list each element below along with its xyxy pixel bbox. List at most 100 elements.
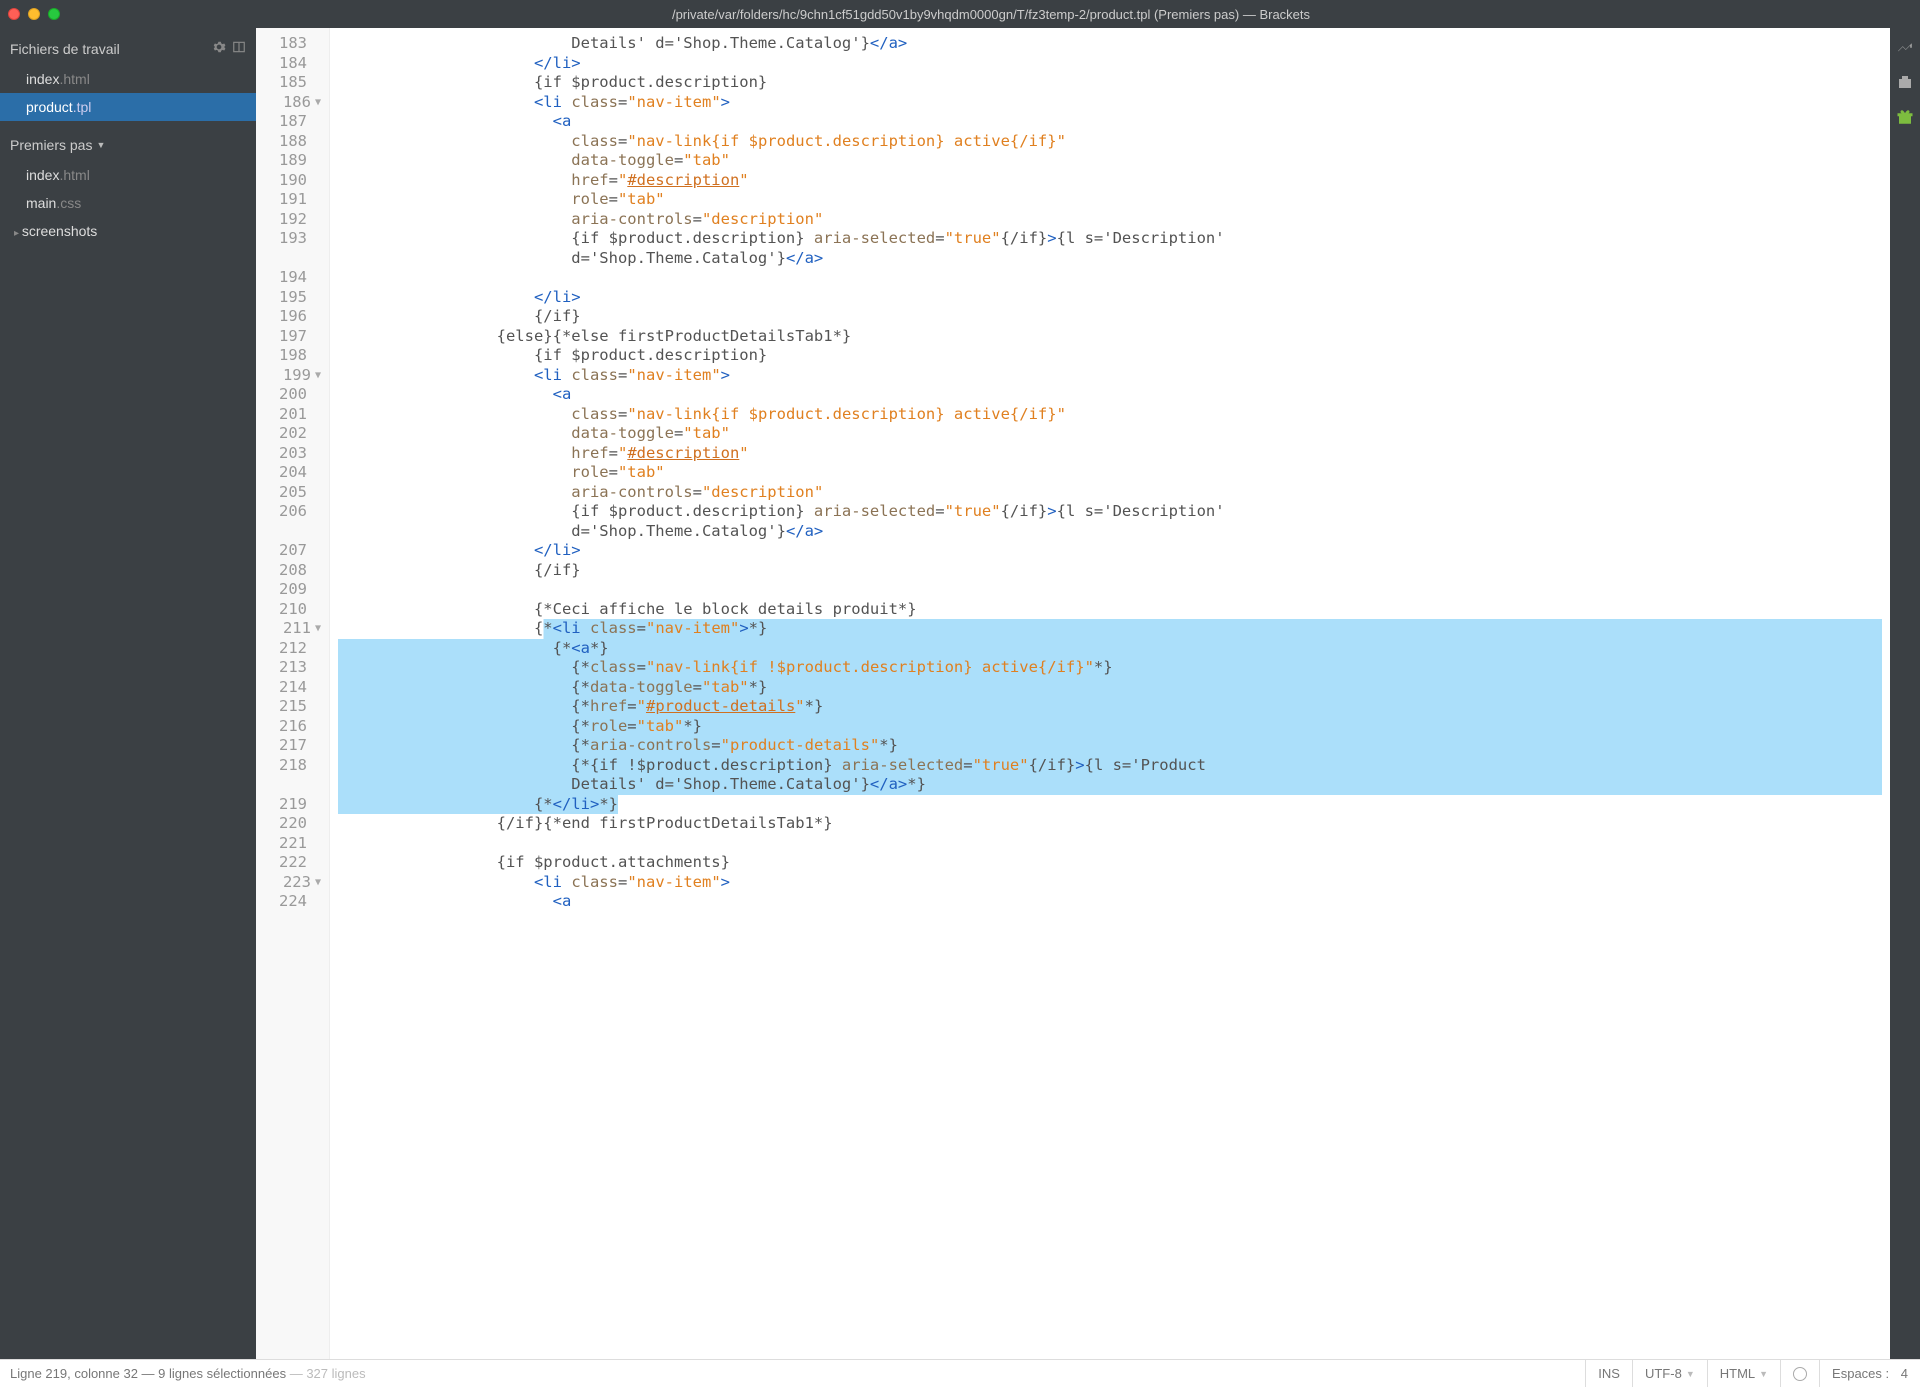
- line-number[interactable]: [256, 775, 321, 795]
- line-number[interactable]: 210: [256, 600, 321, 620]
- project-dropdown[interactable]: Premiers pas ▼: [0, 121, 256, 161]
- line-number[interactable]: 218: [256, 756, 321, 776]
- code-line[interactable]: </li>: [338, 54, 1882, 74]
- code-line[interactable]: aria-controls="description": [338, 210, 1882, 230]
- code-line[interactable]: <a: [338, 112, 1882, 132]
- line-number[interactable]: 212: [256, 639, 321, 659]
- line-number-gutter[interactable]: 183184185186▼187188189190191192193 194 19…: [256, 28, 330, 1359]
- line-number[interactable]: 213: [256, 658, 321, 678]
- code-line[interactable]: {if $product.description}: [338, 346, 1882, 366]
- code-line[interactable]: {if $product.attachments}: [338, 853, 1882, 873]
- line-number[interactable]: [256, 522, 321, 542]
- line-number[interactable]: 191: [256, 190, 321, 210]
- code-line[interactable]: {/if}: [338, 561, 1882, 581]
- code-line[interactable]: d='Shop.Theme.Catalog'}</a>: [338, 522, 1882, 542]
- code-line[interactable]: </li>: [338, 541, 1882, 561]
- working-file-product[interactable]: product.tpl: [0, 93, 256, 121]
- code-line[interactable]: {/if}{*end firstProductDetailsTab1*}: [338, 814, 1882, 834]
- code-line[interactable]: role="tab": [338, 190, 1882, 210]
- line-number[interactable]: 190: [256, 171, 321, 191]
- code-line[interactable]: {*class="nav-link{if !$product.descripti…: [338, 658, 1882, 678]
- code-line[interactable]: Details' d='Shop.Theme.Catalog'}</a>: [338, 34, 1882, 54]
- code-line[interactable]: d='Shop.Theme.Catalog'}</a>: [338, 249, 1882, 269]
- line-number[interactable]: 224: [256, 892, 321, 912]
- line-number[interactable]: 187: [256, 112, 321, 132]
- line-number[interactable]: 194: [256, 268, 321, 288]
- line-number[interactable]: 214: [256, 678, 321, 698]
- project-item-screenshots[interactable]: screenshots: [0, 217, 256, 245]
- code-line[interactable]: data-toggle="tab": [338, 424, 1882, 444]
- code-line[interactable]: <li class="nav-item">: [338, 93, 1882, 113]
- project-item-index[interactable]: index.html: [0, 161, 256, 189]
- code-line[interactable]: [338, 268, 1882, 288]
- code-line[interactable]: [338, 580, 1882, 600]
- line-number[interactable]: 199▼: [256, 366, 321, 386]
- line-number[interactable]: 221: [256, 834, 321, 854]
- close-window-button[interactable]: [8, 8, 20, 20]
- line-number[interactable]: 208: [256, 561, 321, 581]
- code-line[interactable]: {*{if !$product.description} aria-select…: [338, 756, 1882, 776]
- encoding-select[interactable]: UTF-8 ▼: [1632, 1360, 1707, 1387]
- cursor-status[interactable]: Ligne 219, colonne 32 — 9 lignes sélecti…: [10, 1366, 1585, 1381]
- line-number[interactable]: 197: [256, 327, 321, 347]
- minimize-window-button[interactable]: [28, 8, 40, 20]
- line-number[interactable]: 203: [256, 444, 321, 464]
- code-line[interactable]: <li class="nav-item">: [338, 366, 1882, 386]
- language-select[interactable]: HTML ▼: [1707, 1360, 1780, 1387]
- code-line[interactable]: [338, 834, 1882, 854]
- code-line[interactable]: </li>: [338, 288, 1882, 308]
- line-number[interactable]: 185: [256, 73, 321, 93]
- line-number[interactable]: 198: [256, 346, 321, 366]
- line-number[interactable]: 209: [256, 580, 321, 600]
- extension-manager-icon[interactable]: [1896, 73, 1914, 94]
- line-number[interactable]: 202: [256, 424, 321, 444]
- insert-mode[interactable]: INS: [1585, 1360, 1632, 1387]
- code-line[interactable]: {/if}: [338, 307, 1882, 327]
- code-area[interactable]: Details' d='Shop.Theme.Catalog'}</a> </l…: [330, 28, 1890, 1359]
- code-line[interactable]: class="nav-link{if $product.description}…: [338, 405, 1882, 425]
- code-line[interactable]: {*Ceci affiche le block details produit*…: [338, 600, 1882, 620]
- line-number[interactable]: 189: [256, 151, 321, 171]
- zoom-window-button[interactable]: [48, 8, 60, 20]
- line-number[interactable]: 220: [256, 814, 321, 834]
- line-number[interactable]: 222: [256, 853, 321, 873]
- code-line[interactable]: {if $product.description} aria-selected=…: [338, 229, 1882, 249]
- line-number[interactable]: 217: [256, 736, 321, 756]
- line-number[interactable]: 215: [256, 697, 321, 717]
- live-preview-icon[interactable]: [1896, 38, 1914, 59]
- lint-status[interactable]: [1780, 1360, 1819, 1387]
- code-line[interactable]: {*data-toggle="tab"*}: [338, 678, 1882, 698]
- line-number[interactable]: 196: [256, 307, 321, 327]
- line-number[interactable]: [256, 249, 321, 269]
- line-number[interactable]: 204: [256, 463, 321, 483]
- project-item-main[interactable]: main.css: [0, 189, 256, 217]
- code-line[interactable]: {else}{*else firstProductDetailsTab1*}: [338, 327, 1882, 347]
- code-line[interactable]: <a: [338, 892, 1882, 912]
- line-number[interactable]: 207: [256, 541, 321, 561]
- code-line[interactable]: {*aria-controls="product-details"*}: [338, 736, 1882, 756]
- line-number[interactable]: 193: [256, 229, 321, 249]
- gear-icon[interactable]: [212, 40, 226, 57]
- code-line[interactable]: aria-controls="description": [338, 483, 1882, 503]
- line-number[interactable]: 205: [256, 483, 321, 503]
- code-line[interactable]: Details' d='Shop.Theme.Catalog'}</a>*}: [338, 775, 1882, 795]
- gift-icon[interactable]: [1896, 108, 1914, 129]
- code-line[interactable]: {*href="#product-details"*}: [338, 697, 1882, 717]
- line-number[interactable]: 184: [256, 54, 321, 74]
- code-line[interactable]: href="#description": [338, 171, 1882, 191]
- indent-select[interactable]: Espaces : 4: [1819, 1360, 1920, 1387]
- line-number[interactable]: 192: [256, 210, 321, 230]
- split-view-icon[interactable]: [232, 40, 246, 57]
- line-number[interactable]: 216: [256, 717, 321, 737]
- line-number[interactable]: 183: [256, 34, 321, 54]
- code-line[interactable]: role="tab": [338, 463, 1882, 483]
- line-number[interactable]: 188: [256, 132, 321, 152]
- code-line[interactable]: data-toggle="tab": [338, 151, 1882, 171]
- code-line[interactable]: href="#description": [338, 444, 1882, 464]
- line-number[interactable]: 219: [256, 795, 321, 815]
- code-line[interactable]: {*<a*}: [338, 639, 1882, 659]
- working-file-index[interactable]: index.html: [0, 65, 256, 93]
- line-number[interactable]: 186▼: [256, 93, 321, 113]
- code-line[interactable]: {if $product.description}: [338, 73, 1882, 93]
- code-line[interactable]: {if $product.description} aria-selected=…: [338, 502, 1882, 522]
